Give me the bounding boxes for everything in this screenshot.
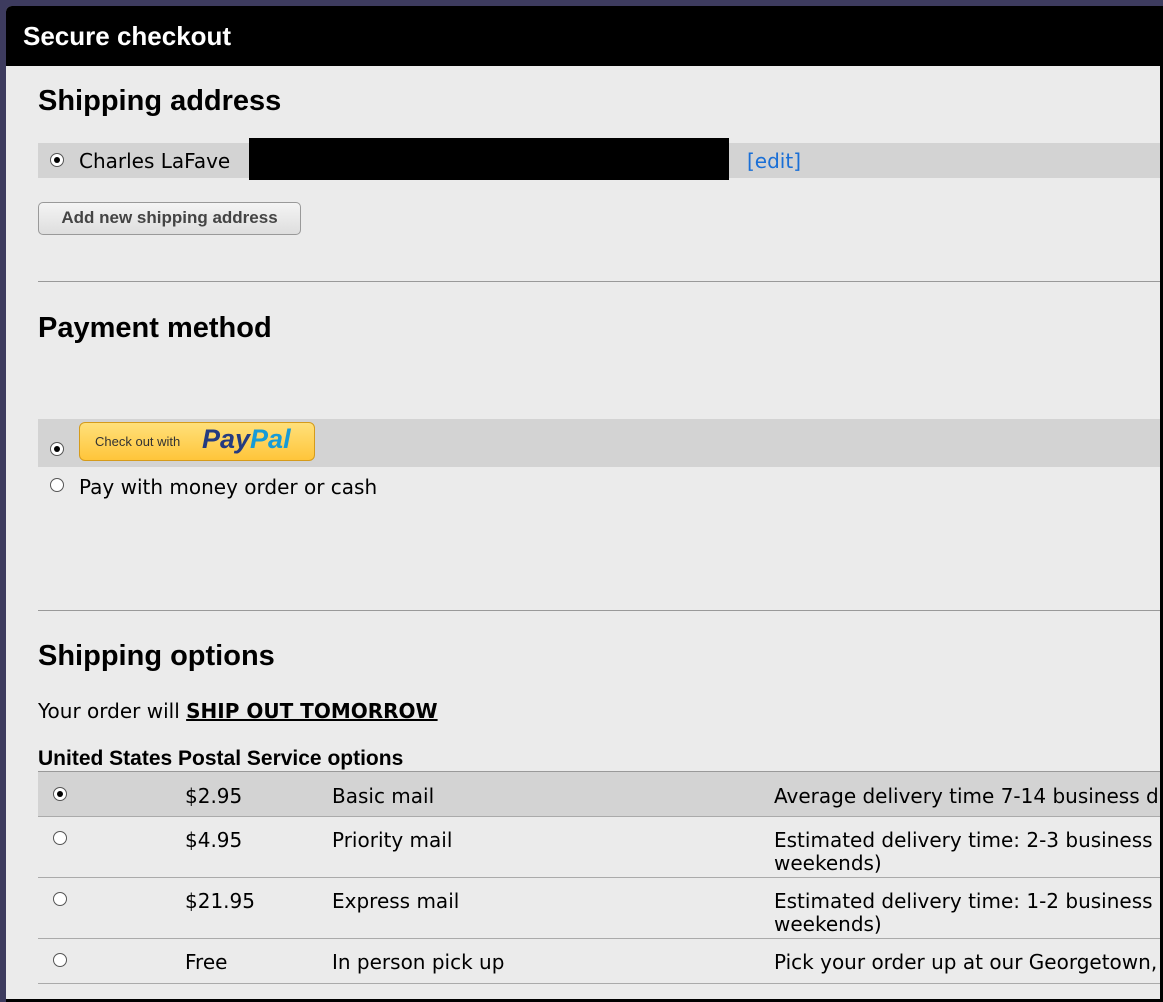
paypal-checkout-button[interactable]: Check out with PayPal xyxy=(79,422,315,461)
section-divider xyxy=(38,610,1163,611)
shipping-price: Free xyxy=(185,950,228,974)
paypal-logo: PayPal xyxy=(202,424,291,455)
shipping-description: Pick your order up at our Georgetown, xyxy=(774,950,1158,974)
paypal-row[interactable]: Check out with PayPal xyxy=(38,419,1163,467)
shipping-price: $21.95 xyxy=(185,889,255,913)
shipping-address-heading: Shipping address xyxy=(38,85,282,117)
add-shipping-address-button[interactable]: Add new shipping address xyxy=(38,202,301,235)
ship-notice: Your order will SHIP OUT TOMORROW xyxy=(38,699,438,723)
redacted-address-block xyxy=(249,138,729,180)
section-divider xyxy=(38,281,1163,282)
usps-options-title: United States Postal Service options xyxy=(38,747,404,770)
ship-notice-prefix: Your order will xyxy=(38,699,187,723)
shipping-description-cont: weekends) xyxy=(774,851,882,875)
shipping-service: Priority mail xyxy=(332,828,453,852)
shipping-service: Basic mail xyxy=(332,784,435,808)
shipping-service: In person pick up xyxy=(332,950,505,974)
shipping-row-priority[interactable]: $4.95 Priority mail Estimated delivery t… xyxy=(38,817,1163,878)
shipping-radio[interactable] xyxy=(53,892,67,906)
paypal-logo-pal: Pal xyxy=(250,424,291,454)
paypal-radio[interactable] xyxy=(50,442,64,456)
address-row[interactable]: Charles LaFave [edit] xyxy=(38,138,1163,180)
shipping-price: $4.95 xyxy=(185,828,243,852)
address-name: Charles LaFave xyxy=(79,149,231,173)
shipping-description: Estimated delivery time: 1-2 business ( xyxy=(774,889,1163,913)
ship-out-tomorrow-link[interactable]: SHIP OUT TOMORROW xyxy=(186,699,437,723)
shipping-service: Express mail xyxy=(332,889,460,913)
address-radio[interactable] xyxy=(50,153,64,167)
shipping-radio[interactable] xyxy=(53,831,67,845)
money-order-radio[interactable] xyxy=(50,478,64,492)
shipping-radio[interactable] xyxy=(53,787,67,801)
shipping-row-pickup[interactable]: Free In person pick up Pick your order u… xyxy=(38,939,1163,984)
payment-method-heading: Payment method xyxy=(38,312,272,344)
shipping-price: $2.95 xyxy=(185,784,243,808)
edit-address-link[interactable]: [edit] xyxy=(747,149,801,173)
shipping-row-express[interactable]: $21.95 Express mail Estimated delivery t… xyxy=(38,878,1163,939)
shipping-description: Average delivery time 7-14 business d xyxy=(774,784,1159,808)
paypal-button-caption: Check out with xyxy=(95,434,181,449)
shipping-description: Estimated delivery time: 2-3 business ( xyxy=(774,828,1163,852)
money-order-label[interactable]: Pay with money order or cash xyxy=(79,475,377,499)
shipping-row-basic[interactable]: $2.95 Basic mail Average delivery time 7… xyxy=(38,772,1163,817)
shipping-description-cont: weekends) xyxy=(774,912,882,936)
shipping-options-heading: Shipping options xyxy=(38,640,275,672)
checkout-window: Secure checkout Shipping address Charles… xyxy=(6,6,1163,1002)
window-title: Secure checkout xyxy=(6,6,1163,66)
paypal-logo-pay: Pay xyxy=(202,424,251,454)
shipping-radio[interactable] xyxy=(53,953,67,967)
